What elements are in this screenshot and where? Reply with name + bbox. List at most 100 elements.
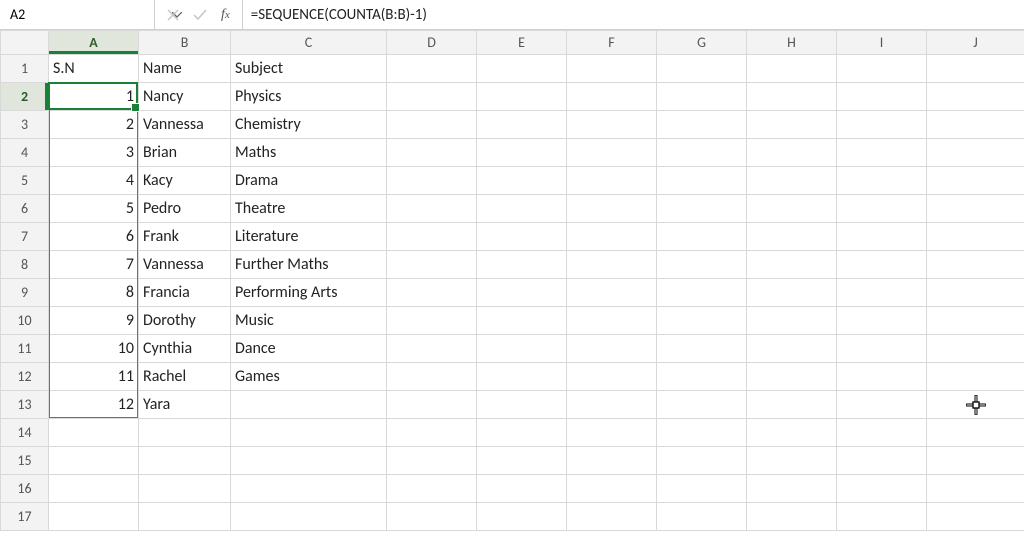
cell-I16[interactable] (837, 475, 927, 503)
cell-E16[interactable] (477, 475, 567, 503)
row-header-12[interactable]: 12 (1, 363, 49, 391)
column-header-J[interactable]: J (927, 31, 1024, 55)
cell-D16[interactable] (387, 475, 477, 503)
cell-G3[interactable] (657, 111, 747, 139)
cell-C11[interactable]: Dance (231, 335, 387, 363)
worksheet[interactable]: ABCDEFGHIJ 1S.NNameSubject21NancyPhysics… (0, 30, 1024, 531)
cell-I4[interactable] (837, 139, 927, 167)
row-header-11[interactable]: 11 (1, 335, 49, 363)
column-header-B[interactable]: B (139, 31, 231, 55)
cell-F10[interactable] (567, 307, 657, 335)
cell-H15[interactable] (747, 447, 837, 475)
cell-H17[interactable] (747, 503, 837, 531)
cell-A6[interactable]: 5 (49, 195, 139, 223)
cell-A7[interactable]: 6 (49, 223, 139, 251)
cell-B7[interactable]: Frank (139, 223, 231, 251)
cell-A5[interactable]: 4 (49, 167, 139, 195)
cell-C6[interactable]: Theatre (231, 195, 387, 223)
cell-C7[interactable]: Literature (231, 223, 387, 251)
select-all-corner[interactable] (1, 31, 49, 55)
row-header-10[interactable]: 10 (1, 307, 49, 335)
row-header-5[interactable]: 5 (1, 167, 49, 195)
cell-J1[interactable] (927, 55, 1024, 83)
row-header-14[interactable]: 14 (1, 419, 49, 447)
cell-D6[interactable] (387, 195, 477, 223)
cell-G15[interactable] (657, 447, 747, 475)
row-header-15[interactable]: 15 (1, 447, 49, 475)
cell-D8[interactable] (387, 251, 477, 279)
cell-A2[interactable]: 1 (49, 83, 139, 111)
column-header-A[interactable]: A (49, 31, 139, 55)
row-header-4[interactable]: 4 (1, 139, 49, 167)
cell-G6[interactable] (657, 195, 747, 223)
cell-H16[interactable] (747, 475, 837, 503)
cell-C5[interactable]: Drama (231, 167, 387, 195)
cell-I3[interactable] (837, 111, 927, 139)
cell-B10[interactable]: Dorothy (139, 307, 231, 335)
cell-F11[interactable] (567, 335, 657, 363)
cell-I6[interactable] (837, 195, 927, 223)
cell-E15[interactable] (477, 447, 567, 475)
cell-D11[interactable] (387, 335, 477, 363)
cell-A15[interactable] (49, 447, 139, 475)
cell-B3[interactable]: Vannessa (139, 111, 231, 139)
cell-I17[interactable] (837, 503, 927, 531)
cell-D4[interactable] (387, 139, 477, 167)
cell-C9[interactable]: Performing Arts (231, 279, 387, 307)
cell-B6[interactable]: Pedro (139, 195, 231, 223)
cell-E13[interactable] (477, 391, 567, 419)
cell-C4[interactable]: Maths (231, 139, 387, 167)
cell-I13[interactable] (837, 391, 927, 419)
column-header-F[interactable]: F (567, 31, 657, 55)
cell-G13[interactable] (657, 391, 747, 419)
cell-F3[interactable] (567, 111, 657, 139)
cell-H6[interactable] (747, 195, 837, 223)
cell-F6[interactable] (567, 195, 657, 223)
cell-F16[interactable] (567, 475, 657, 503)
row-header-6[interactable]: 6 (1, 195, 49, 223)
cell-C16[interactable] (231, 475, 387, 503)
cell-C8[interactable]: Further Maths (231, 251, 387, 279)
cell-F15[interactable] (567, 447, 657, 475)
cell-D14[interactable] (387, 419, 477, 447)
cell-J16[interactable] (927, 475, 1024, 503)
cell-J8[interactable] (927, 251, 1024, 279)
cell-E11[interactable] (477, 335, 567, 363)
column-header-D[interactable]: D (387, 31, 477, 55)
cell-J14[interactable] (927, 419, 1024, 447)
row-header-13[interactable]: 13 (1, 391, 49, 419)
cell-D17[interactable] (387, 503, 477, 531)
cell-D13[interactable] (387, 391, 477, 419)
cell-J4[interactable] (927, 139, 1024, 167)
cell-G4[interactable] (657, 139, 747, 167)
cell-H11[interactable] (747, 335, 837, 363)
row-header-9[interactable]: 9 (1, 279, 49, 307)
column-header-C[interactable]: C (231, 31, 387, 55)
cell-B4[interactable]: Brian (139, 139, 231, 167)
cell-I8[interactable] (837, 251, 927, 279)
cell-J2[interactable] (927, 83, 1024, 111)
cell-I15[interactable] (837, 447, 927, 475)
cell-B11[interactable]: Cynthia (139, 335, 231, 363)
cell-B8[interactable]: Vannessa (139, 251, 231, 279)
cell-B2[interactable]: Nancy (139, 83, 231, 111)
cell-D7[interactable] (387, 223, 477, 251)
column-header-E[interactable]: E (477, 31, 567, 55)
cell-G2[interactable] (657, 83, 747, 111)
cell-A4[interactable]: 3 (49, 139, 139, 167)
cell-I10[interactable] (837, 307, 927, 335)
cell-D10[interactable] (387, 307, 477, 335)
cell-C14[interactable] (231, 419, 387, 447)
column-header-H[interactable]: H (747, 31, 837, 55)
formula-input[interactable]: =SEQUENCE(COUNTA(B:B)-1) (243, 0, 1024, 29)
cell-I12[interactable] (837, 363, 927, 391)
cell-I2[interactable] (837, 83, 927, 111)
cell-I9[interactable] (837, 279, 927, 307)
cell-H7[interactable] (747, 223, 837, 251)
cell-D1[interactable] (387, 55, 477, 83)
cell-B12[interactable]: Rachel (139, 363, 231, 391)
cell-G1[interactable] (657, 55, 747, 83)
cell-G16[interactable] (657, 475, 747, 503)
cell-B1[interactable]: Name (139, 55, 231, 83)
cell-G7[interactable] (657, 223, 747, 251)
